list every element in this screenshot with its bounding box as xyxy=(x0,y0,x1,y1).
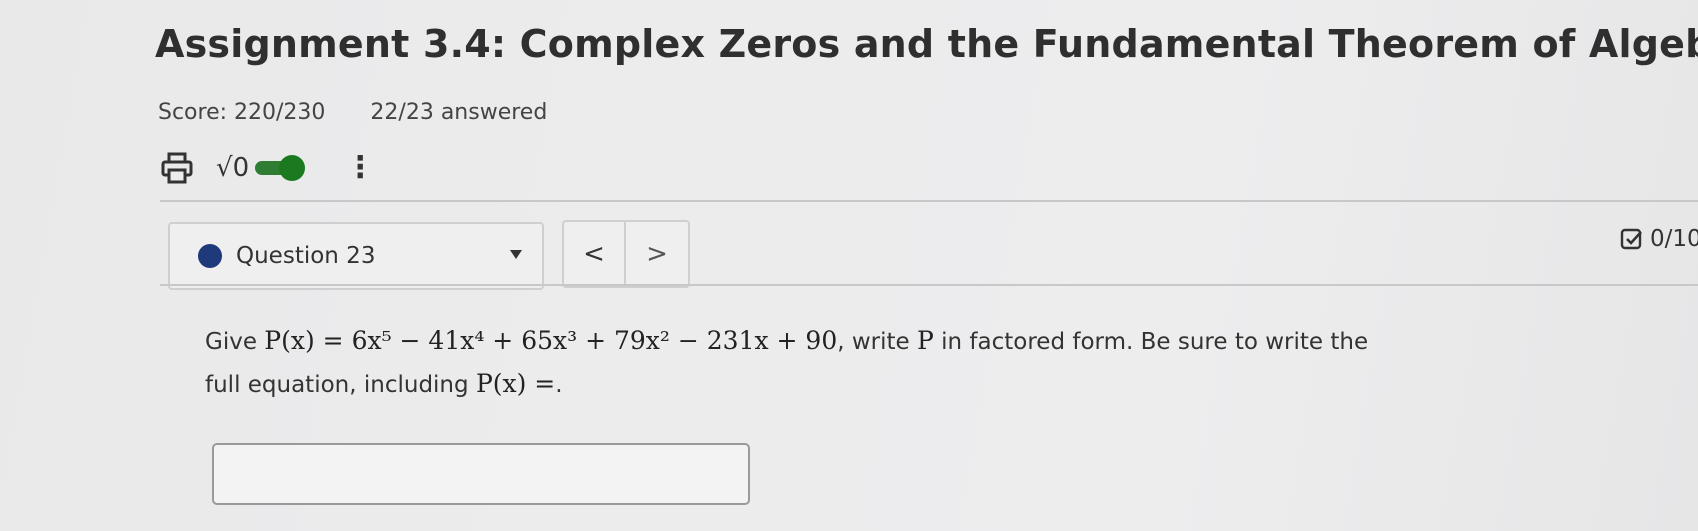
print-button[interactable] xyxy=(160,151,194,185)
printer-icon xyxy=(161,152,193,184)
next-question-button[interactable]: > xyxy=(626,220,690,288)
question-select-dropdown[interactable]: Question 23 xyxy=(168,222,544,290)
score-text: Score: 220/230 xyxy=(158,100,326,125)
toggle-knob xyxy=(279,155,306,181)
previous-question-button[interactable]: < xyxy=(562,220,626,288)
math-symbol-icon[interactable]: √0 xyxy=(216,153,249,183)
answer-input[interactable] xyxy=(212,443,750,505)
divider-bottom xyxy=(160,284,1698,286)
divider-top xyxy=(160,200,1698,202)
polynomial-expression: P(x) = 6x⁵ − 41x⁴ + 65x³ + 79x² − 231x +… xyxy=(264,326,838,355)
question-prompt: Give P(x) = 6x⁵ − 41x⁴ + 65x³ + 79x² − 2… xyxy=(205,320,1505,406)
toolbar: √0 ⋮ xyxy=(160,148,375,188)
question-select-label: Question 23 xyxy=(236,243,376,269)
prompt-middle: , write xyxy=(837,329,917,355)
score-row: Score: 220/230 22/23 answered xyxy=(158,100,547,125)
question-points-badge: 0/10 xyxy=(1620,226,1698,252)
chevron-down-icon xyxy=(510,250,522,259)
prompt-line2-end: . xyxy=(555,372,563,398)
question-points-text: 0/10 xyxy=(1650,226,1698,252)
question-status-dot xyxy=(198,244,222,268)
checkbox-check-icon xyxy=(1620,228,1642,250)
answered-count: 22/23 answered xyxy=(370,100,548,125)
prompt-line2: full equation, including xyxy=(205,372,476,398)
page-title: Assignment 3.4: Complex Zeros and the Fu… xyxy=(155,22,1698,66)
question-nav-buttons: < > xyxy=(562,220,690,288)
prompt-line2-math: P(x) = xyxy=(475,369,556,398)
more-options-icon[interactable]: ⋮ xyxy=(345,153,375,183)
prompt-prefix: Give xyxy=(205,329,265,355)
prompt-variable: P xyxy=(917,326,934,355)
math-toggle-switch[interactable] xyxy=(255,155,306,181)
prompt-suffix: in factored form. Be sure to write the xyxy=(933,329,1369,355)
